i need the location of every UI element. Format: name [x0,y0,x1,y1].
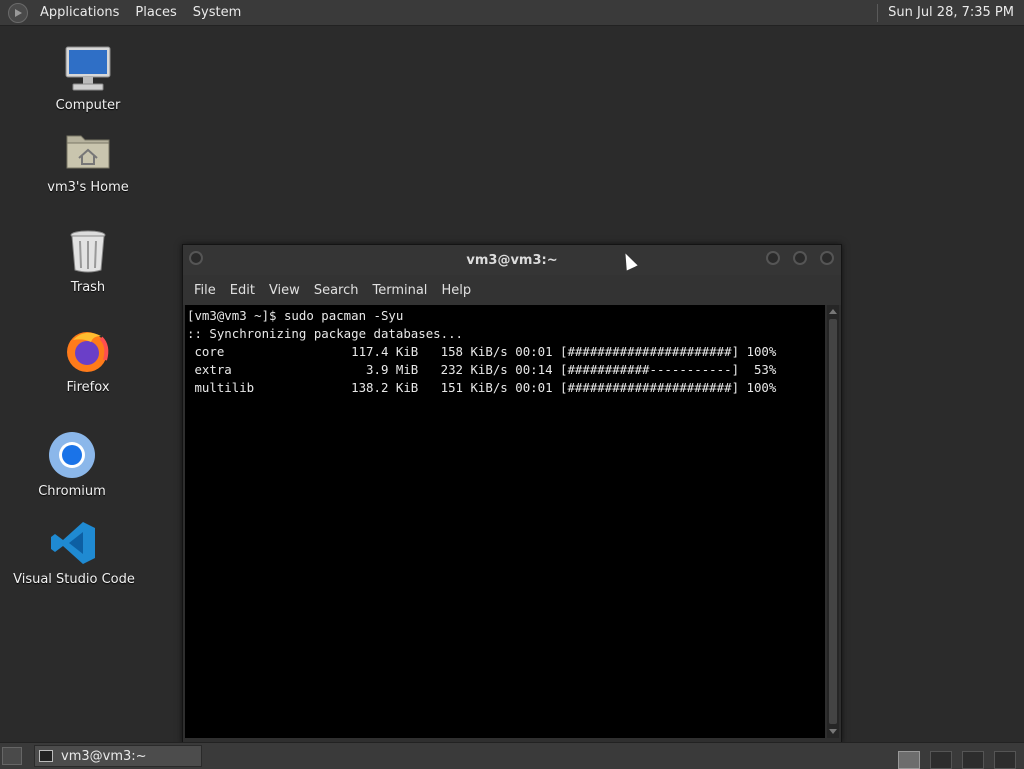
desktop-icon-home[interactable]: vm3's Home [18,126,158,195]
menu-view[interactable]: View [262,283,307,298]
desktop-icon-computer[interactable]: Computer [18,44,158,113]
workspace-3[interactable] [962,751,984,769]
panel-separator [877,3,879,22]
menu-terminal[interactable]: Terminal [365,283,434,298]
top-panel: Applications Places System Sun Jul 28, 7… [0,0,1024,26]
terminal-line: extra 3.9 MiB 232 KiB/s 00:14 [#########… [187,362,777,377]
menu-applications[interactable]: Applications [32,5,127,20]
terminal-output[interactable]: [vm3@vm3 ~]$ sudo pacman -Syu:: Synchron… [185,305,825,738]
terminal-icon [39,750,53,762]
bottom-panel: vm3@vm3:~ [0,742,1024,769]
show-desktop-icon[interactable] [2,747,22,765]
terminal-window[interactable]: vm3@vm3:~ File Edit View Search Terminal… [182,244,842,743]
desktop-icon-vscode[interactable]: Visual Studio Code [4,518,144,587]
workspace-2[interactable] [930,751,952,769]
panel-right: Sun Jul 28, 7:35 PM [877,0,1024,25]
desktop-icon-label: Firefox [66,380,110,395]
desktop-icon-label: vm3's Home [47,180,129,195]
clock[interactable]: Sun Jul 28, 7:35 PM [888,5,1014,20]
terminal-line: multilib 138.2 KiB 151 KiB/s 00:01 [####… [187,380,777,395]
menu-edit[interactable]: Edit [223,283,262,298]
main-menu: Applications Places System [0,0,249,25]
terminal-titlebar[interactable]: vm3@vm3:~ [183,245,841,275]
chromium-icon [47,430,97,480]
desktop-icon-label: Computer [55,98,121,113]
desktop-icon-label: Visual Studio Code [13,572,135,587]
terminal-title: vm3@vm3:~ [466,252,558,268]
desktop-icon-label: Chromium [38,484,106,499]
terminal-line: [vm3@vm3 ~]$ sudo pacman -Syu [187,308,404,323]
workspace-4[interactable] [994,751,1016,769]
trash-icon [63,226,113,276]
scroll-down-arrow-icon[interactable] [829,729,837,734]
desktop-icon-trash[interactable]: Trash [18,226,158,295]
home-folder-icon [63,126,113,176]
desktop-icon-label: Trash [70,280,106,295]
menu-places[interactable]: Places [127,5,184,20]
applications-logo-icon[interactable] [8,2,28,23]
menu-search[interactable]: Search [307,283,366,298]
menu-file[interactable]: File [187,283,223,298]
minimize-button[interactable] [766,251,780,265]
terminal-scrollbar[interactable] [827,305,839,738]
workspace-1[interactable] [898,751,920,769]
close-button[interactable] [820,251,834,265]
maximize-button[interactable] [793,251,807,265]
terminal-menubar: File Edit View Search Terminal Help [183,275,841,305]
taskbar-window-label: vm3@vm3:~ [61,748,147,764]
menu-help[interactable]: Help [434,283,478,298]
vscode-icon [49,518,99,568]
desktop-icon-firefox[interactable]: Firefox [18,326,158,395]
terminal-line: :: Synchronizing package databases... [187,326,464,341]
desktop-icon-chromium[interactable]: Chromium [2,430,142,499]
scroll-up-arrow-icon[interactable] [829,309,837,314]
scrollbar-thumb[interactable] [829,319,837,724]
menu-system[interactable]: System [185,5,249,20]
taskbar-window-button[interactable]: vm3@vm3:~ [34,745,202,767]
firefox-icon [63,326,113,376]
computer-icon [63,44,113,94]
terminal-line: core 117.4 KiB 158 KiB/s 00:01 [########… [187,344,777,359]
